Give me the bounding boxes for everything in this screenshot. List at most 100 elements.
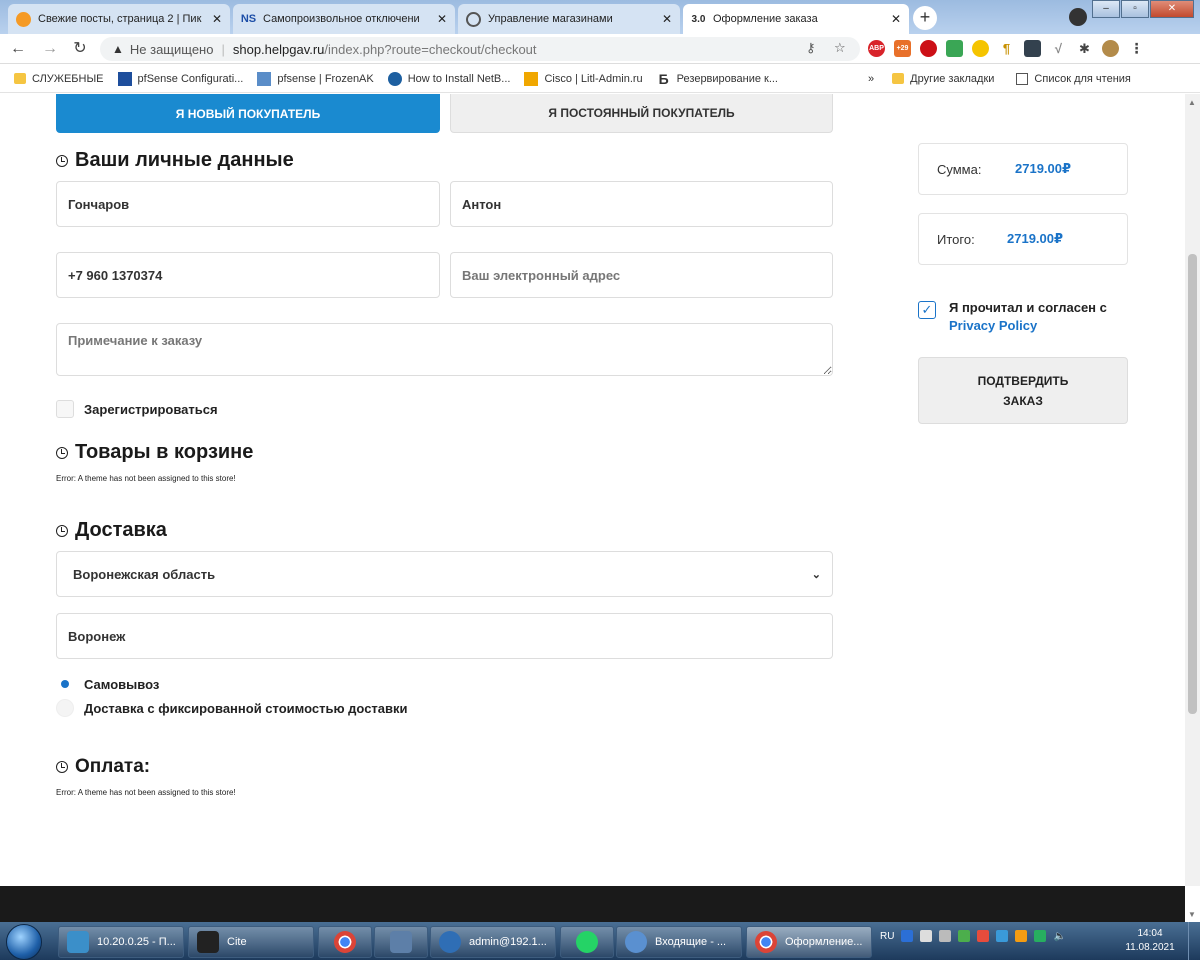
winbox-icon (439, 931, 461, 953)
shipping-method-pickup[interactable]: Самовывоз (56, 675, 159, 693)
new-tab-button[interactable]: + (913, 6, 937, 30)
bookmark-label: Другие закладки (910, 72, 995, 85)
volume-icon[interactable]: 🔈 (1053, 931, 1065, 942)
scroll-up-icon[interactable]: ▲ (1188, 98, 1196, 107)
key-icon[interactable]: ⚷ (806, 40, 816, 56)
profile-icon[interactable] (1069, 8, 1087, 26)
system-clock[interactable]: 14:04 11.08.2021 (1120, 927, 1180, 955)
shipping-heading: Доставка (56, 519, 167, 542)
star-icon[interactable]: ☆ (834, 40, 846, 56)
order-comment-textarea[interactable] (56, 323, 833, 376)
taskbar-remote-desktop[interactable]: 10.20.0.25 - П... (58, 926, 184, 958)
bookmark-frozenak[interactable]: pfsense | FrozenAK (257, 71, 374, 86)
maximize-button[interactable]: ▫ (1121, 0, 1149, 18)
email-input[interactable] (450, 252, 833, 298)
close-icon[interactable]: ✕ (891, 12, 901, 26)
shipping-method-flat[interactable]: Доставка с фиксированной стоимостью дост… (56, 699, 408, 717)
minimize-button[interactable]: – (1092, 0, 1120, 18)
tab-checkout[interactable]: 3.0 Оформление заказа ✕ (683, 4, 909, 34)
taskbar-label: Входящие - ... (655, 936, 727, 948)
pilcrow-icon[interactable]: ¶ (998, 40, 1015, 57)
site-footer (0, 886, 1185, 924)
shield-icon[interactable] (901, 930, 914, 942)
taskbar-chrome-checkout[interactable]: Оформление... (746, 926, 872, 958)
tab-pikabu[interactable]: Свежие посты, страница 2 | Пик ✕ (8, 4, 230, 34)
lastname-input[interactable] (56, 181, 440, 227)
close-icon[interactable]: ✕ (662, 12, 672, 26)
bookmark-netbox[interactable]: How to Install NetB... (387, 71, 510, 86)
privacy-agree-row: ✓ Я прочитал и согласен с Privacy Policy (918, 299, 1128, 335)
menu-icon[interactable]: ⋮ (1128, 40, 1145, 57)
bookmark-sluzhebnye[interactable]: СЛУЖЕБНЫЕ (14, 73, 104, 85)
taskbar-thunderbird[interactable]: Входящие - ... (616, 926, 742, 958)
city-input[interactable] (56, 613, 833, 659)
shield-icon[interactable] (946, 40, 963, 57)
network-tray-icon[interactable] (996, 930, 1009, 942)
page-scrollbar[interactable]: ▲ ▼ (1185, 94, 1200, 919)
printer-icon[interactable] (939, 930, 952, 942)
chrome-icon (755, 931, 777, 953)
forward-button[interactable]: → (40, 39, 60, 59)
close-icon[interactable]: ✕ (212, 12, 222, 26)
avatar[interactable] (1102, 40, 1119, 57)
subtotal-value: 2719.00₽ (1015, 161, 1072, 176)
new-customer-button[interactable]: Я НОВЫЙ ПОКУПАТЕЛЬ (56, 94, 440, 133)
radio-selected[interactable] (56, 675, 74, 693)
close-window-button[interactable]: ✕ (1150, 0, 1194, 18)
extensions-bar: ABP +29 ¶ √ ✱ ⋮ (868, 40, 1145, 57)
scrollbar-thumb[interactable] (1188, 254, 1197, 714)
tab-title: Управление магазинами (488, 13, 613, 25)
update-icon[interactable] (1015, 930, 1028, 942)
weather-icon[interactable]: +29 (894, 40, 911, 57)
firstname-input[interactable] (450, 181, 833, 227)
bookmark-rezervirovanie[interactable]: Б Резервирование к... (657, 71, 778, 87)
tab-store-management[interactable]: Управление магазинами ✕ (458, 4, 680, 34)
back-button[interactable]: ← (8, 39, 28, 59)
remote-desktop-icon (67, 931, 89, 953)
start-button[interactable] (6, 924, 42, 960)
bookmark-pfsense-config[interactable]: pfSense Configurati... (117, 71, 243, 86)
record-icon[interactable] (977, 930, 990, 942)
privacy-policy-link[interactable]: Privacy Policy (949, 318, 1037, 333)
privacy-agree-checkbox[interactable]: ✓ (918, 301, 936, 319)
register-checkbox[interactable] (56, 400, 74, 418)
bookmark-label: pfsense | FrozenAK (277, 72, 374, 85)
register-label: Зарегистрироваться (84, 401, 218, 417)
phone-input[interactable] (56, 252, 440, 298)
nvidia-icon[interactable] (1034, 930, 1047, 942)
radio-unselected[interactable] (56, 699, 74, 717)
bookmarks-overflow[interactable]: » (868, 73, 874, 85)
reading-list-icon (1016, 72, 1029, 85)
taskbar-cite[interactable]: Cite (188, 926, 314, 958)
taskbar-winbox[interactable]: admin@192.1... (430, 926, 556, 958)
taskbar-whatsapp[interactable] (560, 926, 614, 958)
region-select[interactable]: Воронежская область ⌄ (56, 551, 833, 597)
bookmark-other[interactable]: Другие закладки (892, 73, 994, 85)
warning-icon[interactable]: ▲ (112, 42, 124, 56)
returning-customer-button[interactable]: Я ПОСТОЯННЫЙ ПОКУПАТЕЛЬ (450, 94, 833, 133)
scroll-down-icon[interactable]: ▼ (1188, 910, 1196, 919)
clock-time: 14:04 (1137, 928, 1163, 939)
confirm-order-button[interactable]: ПОДТВЕРДИТЬ ЗАКАЗ (918, 357, 1128, 424)
taskbar-chrome-pinned[interactable] (318, 926, 372, 958)
taskbar-network[interactable] (374, 926, 428, 958)
register-checkbox-row[interactable]: Зарегистрироваться (56, 400, 218, 418)
adblock-icon[interactable]: ABP (868, 40, 885, 57)
show-desktop-button[interactable] (1188, 922, 1200, 960)
reading-list[interactable]: Список для чтения (1016, 72, 1131, 85)
puzzle-icon[interactable]: ✱ (1076, 40, 1093, 57)
address-bar[interactable]: ▲ Не защищено | shop.helpgav.ru/index.ph… (100, 37, 860, 61)
taskbar-label: admin@192.1... (469, 936, 547, 948)
bookmark-litl-admin[interactable]: Cisco | Litl-Admin.ru (524, 71, 643, 86)
antivirus-icon[interactable] (958, 930, 971, 942)
mail-icon[interactable] (920, 930, 933, 942)
close-icon[interactable]: ✕ (437, 12, 447, 26)
opera-icon[interactable] (920, 40, 937, 57)
pocket-icon[interactable] (1024, 40, 1041, 57)
ext-check-icon[interactable]: √ (1050, 40, 1067, 57)
language-indicator[interactable]: RU (880, 931, 894, 942)
reload-button[interactable]: ↻ (70, 39, 90, 59)
security-label[interactable]: Не защищено (130, 42, 214, 57)
ext-yellow-icon[interactable] (972, 40, 989, 57)
tab-ns[interactable]: NS Самопроизвольное отключени ✕ (233, 4, 455, 34)
